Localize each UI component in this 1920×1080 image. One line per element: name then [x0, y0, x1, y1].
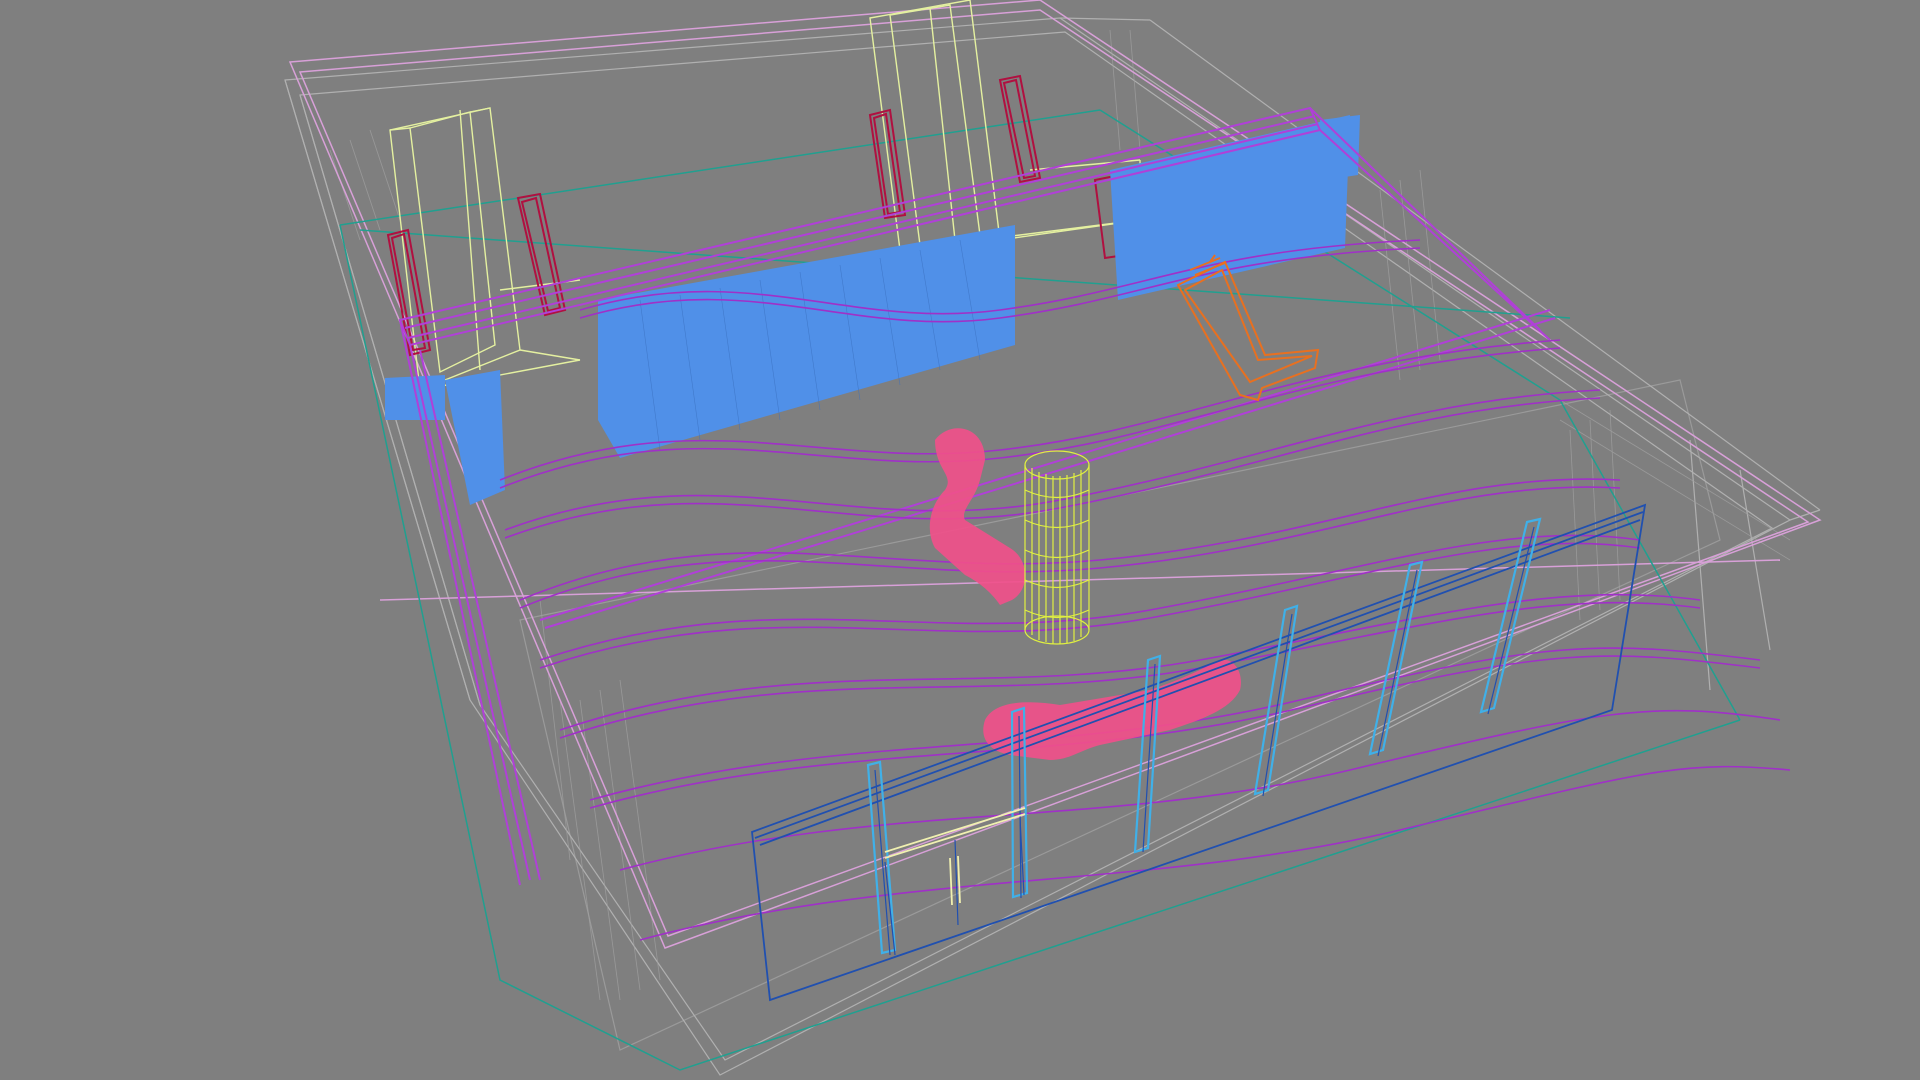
pink-sculpture-lower — [983, 659, 1241, 760]
yellow-cylinder-column — [1024, 450, 1090, 645]
pink-sculpture-upper — [929, 428, 1026, 605]
floor-slab-edge — [339, 109, 1741, 1071]
wireframe-scene[interactable] — [0, 0, 1920, 1080]
entrance-door-frame — [884, 817, 1025, 956]
glass-facade-frame — [751, 503, 1647, 1002]
3d-viewport[interactable] — [0, 0, 1920, 1080]
roof-parapet — [288, 0, 1822, 949]
roof-beam-main — [398, 106, 1556, 886]
